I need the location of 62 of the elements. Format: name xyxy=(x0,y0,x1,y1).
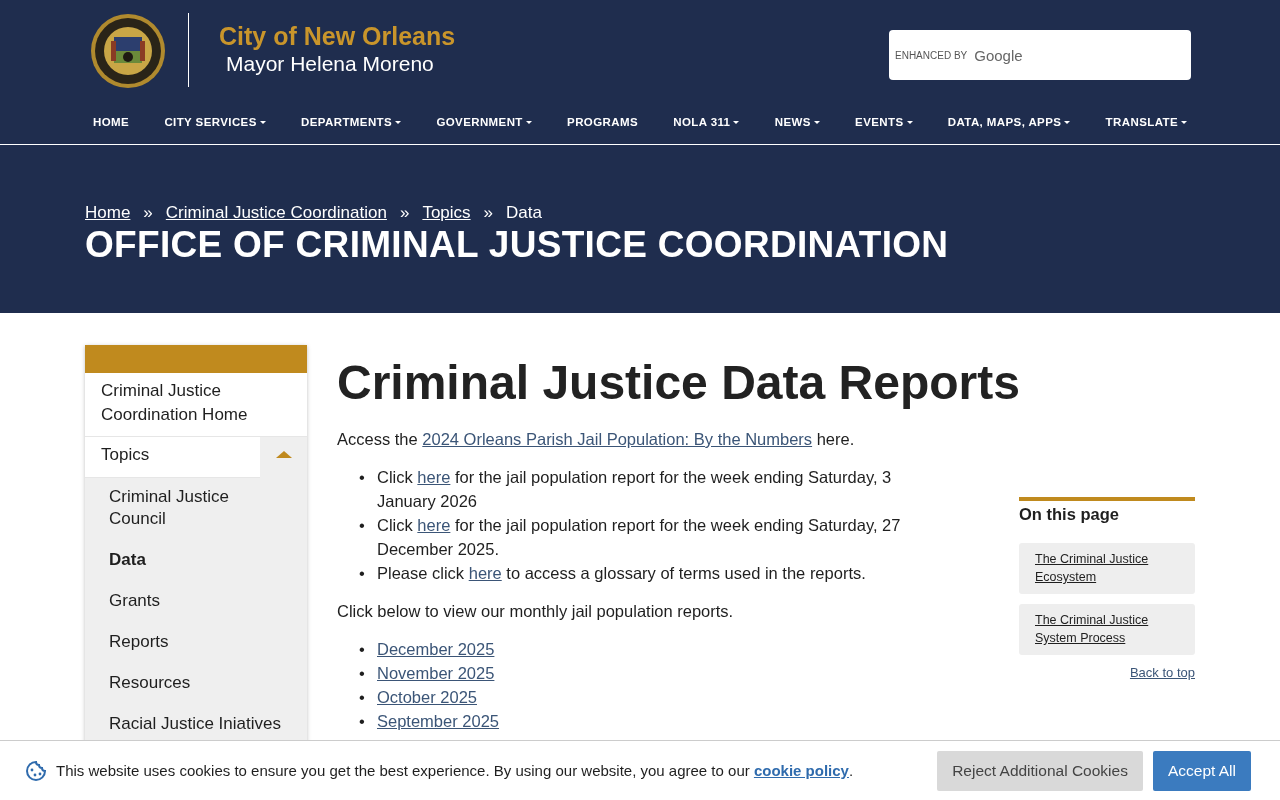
monthly-report-link[interactable]: September 2025 xyxy=(377,709,499,733)
search-brand-prefix: ENHANCED BY xyxy=(895,49,968,61)
bullet-text: Please click here to access a glossary of terms used in the reports. xyxy=(377,563,867,584)
sidebar-item[interactable]: Criminal Justice Coordination Home xyxy=(85,373,307,437)
breadcrumb-link[interactable]: Home xyxy=(85,203,131,223)
here-link[interactable]: here xyxy=(468,564,502,582)
monthly-report-link[interactable]: October 2025 xyxy=(377,685,477,709)
cookie-policy-link[interactable]: cookie policy xyxy=(753,762,849,779)
breadcrumb-separator: » xyxy=(143,203,153,223)
nav-link[interactable]: HOME xyxy=(93,116,130,128)
monthly-intro-text: Click below to view our monthly jail population reports. xyxy=(337,601,735,622)
report-link[interactable]: 2024 Orleans Parish Jail Population: By the Numbers xyxy=(422,430,813,448)
site-title[interactable]: City of New Orleans xyxy=(219,21,456,51)
anchor-link[interactable]: The Criminal Justice Ecosystem xyxy=(1019,543,1195,594)
nav-link[interactable]: NOLA 311 xyxy=(673,116,740,128)
nav-link[interactable]: EVENTS xyxy=(855,116,913,128)
breadcrumb-separator: » xyxy=(399,203,410,223)
reject-button[interactable]: Reject Additional Cookies xyxy=(937,750,1143,791)
cookie-notice-text: This website uses cookies to ensure you get the best experience. By using our website, you agree to our cookie policy. xyxy=(56,762,855,779)
nav-link[interactable]: NEWS xyxy=(774,116,820,128)
sidebar-subitem[interactable]: Resources xyxy=(85,670,307,694)
here-link[interactable]: here xyxy=(417,468,451,486)
bullet-marker: • xyxy=(359,515,366,536)
intro-text: Access the 2024 Orleans Parish Jail Population: By the Numbers here. xyxy=(337,429,856,450)
sidebar-subitem[interactable]: Data xyxy=(85,547,307,571)
breadcrumb-current: Data xyxy=(506,203,542,223)
city-seal-logo[interactable] xyxy=(90,13,166,89)
nav-link[interactable]: TRANSLATE xyxy=(1105,116,1187,128)
search-field[interactable]: ENHANCED BY Google xyxy=(889,30,1191,80)
accept-button[interactable]: Accept All xyxy=(1152,750,1251,791)
breadcrumb-separator: » xyxy=(483,203,494,223)
sidebar-subitem[interactable]: Grants xyxy=(85,588,307,612)
monthly-report-link[interactable]: November 2025 xyxy=(377,661,495,685)
back-to-top-link[interactable]: Back to top xyxy=(1019,665,1195,680)
sidebar-item[interactable]: Topics xyxy=(85,437,260,478)
here-link[interactable]: here xyxy=(417,516,451,534)
page-heading: OFFICE OF CRIMINAL JUSTICE COORDINATION xyxy=(85,225,950,265)
bullet-marker: • xyxy=(359,563,366,584)
caret-icon xyxy=(275,451,292,458)
bullet-text: Click here for the jail population report for the week ending Saturday, 27 December 2025. xyxy=(377,515,902,560)
sidebar-subitem[interactable]: Racial Justice Iniatives xyxy=(85,711,307,735)
sidebar-subitem[interactable]: Criminal Justice Council xyxy=(85,484,307,530)
anchor-link[interactable]: The Criminal Justice System Process xyxy=(1019,604,1195,655)
nav-link[interactable]: GOVERNMENT xyxy=(436,116,532,128)
bullet-marker: • xyxy=(359,711,366,732)
bullet-marker: • xyxy=(359,639,366,660)
bullet-marker: • xyxy=(359,663,366,684)
monthly-report-link[interactable]: December 2025 xyxy=(377,637,495,661)
bullet-marker: • xyxy=(359,467,366,488)
site-subtitle: Mayor Helena Moreno xyxy=(226,51,435,77)
search-brand: Google xyxy=(974,46,1023,64)
on-this-page-heading: On this page xyxy=(1019,505,1120,524)
sidebar-subitem[interactable]: Reports xyxy=(85,629,307,653)
nav-link[interactable]: DATA, MAPS, APPS xyxy=(947,116,1071,128)
nav-link[interactable]: DEPARTMENTS xyxy=(301,116,402,128)
bullet-marker: • xyxy=(359,687,366,708)
nav-link[interactable]: CITY SERVICES xyxy=(164,116,266,128)
nav-link[interactable]: PROGRAMS xyxy=(567,116,638,128)
cookie-icon xyxy=(25,759,47,782)
breadcrumb-link[interactable]: Criminal Justice Coordination xyxy=(165,203,387,223)
breadcrumb-link[interactable]: Topics xyxy=(422,203,471,223)
section-heading: Criminal Justice Data Reports xyxy=(337,355,1021,411)
